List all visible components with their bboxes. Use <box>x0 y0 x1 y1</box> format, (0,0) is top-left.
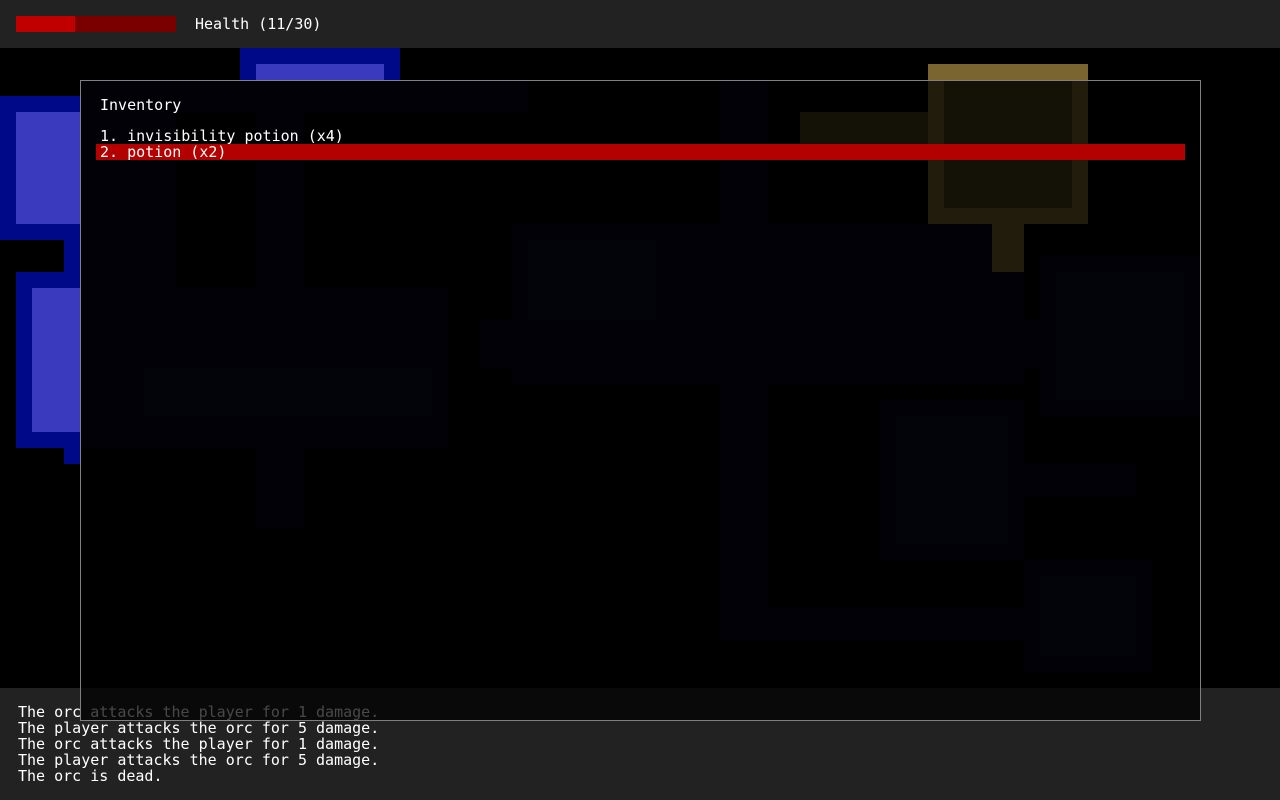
inventory-item[interactable]: 1. invisibility potion (x4) <box>96 128 1185 144</box>
map-wall <box>64 240 80 272</box>
map-floor <box>16 112 80 224</box>
inventory-window: Inventory 1. invisibility potion (x4) 2.… <box>80 80 1201 721</box>
inventory-title: Inventory <box>100 96 182 114</box>
map-wall <box>64 448 80 464</box>
inventory-item-selected[interactable]: 2. potion (x2) <box>96 144 1185 160</box>
log-line: The orc attacks the player for 1 damage. <box>18 735 380 753</box>
map-floor <box>32 288 80 432</box>
log-line: The player attacks the orc for 5 damage. <box>18 751 380 769</box>
health-bar-fill <box>16 16 75 32</box>
health-label: Health (11/30) <box>195 15 322 33</box>
top-status-bar: Health (11/30) <box>0 0 1280 48</box>
inventory-list: 1. invisibility potion (x4) 2. potion (x… <box>96 128 1185 160</box>
log-line: The player attacks the orc for 5 damage. <box>18 719 380 737</box>
log-line: The orc is dead. <box>18 767 163 785</box>
health-bar <box>16 16 176 32</box>
